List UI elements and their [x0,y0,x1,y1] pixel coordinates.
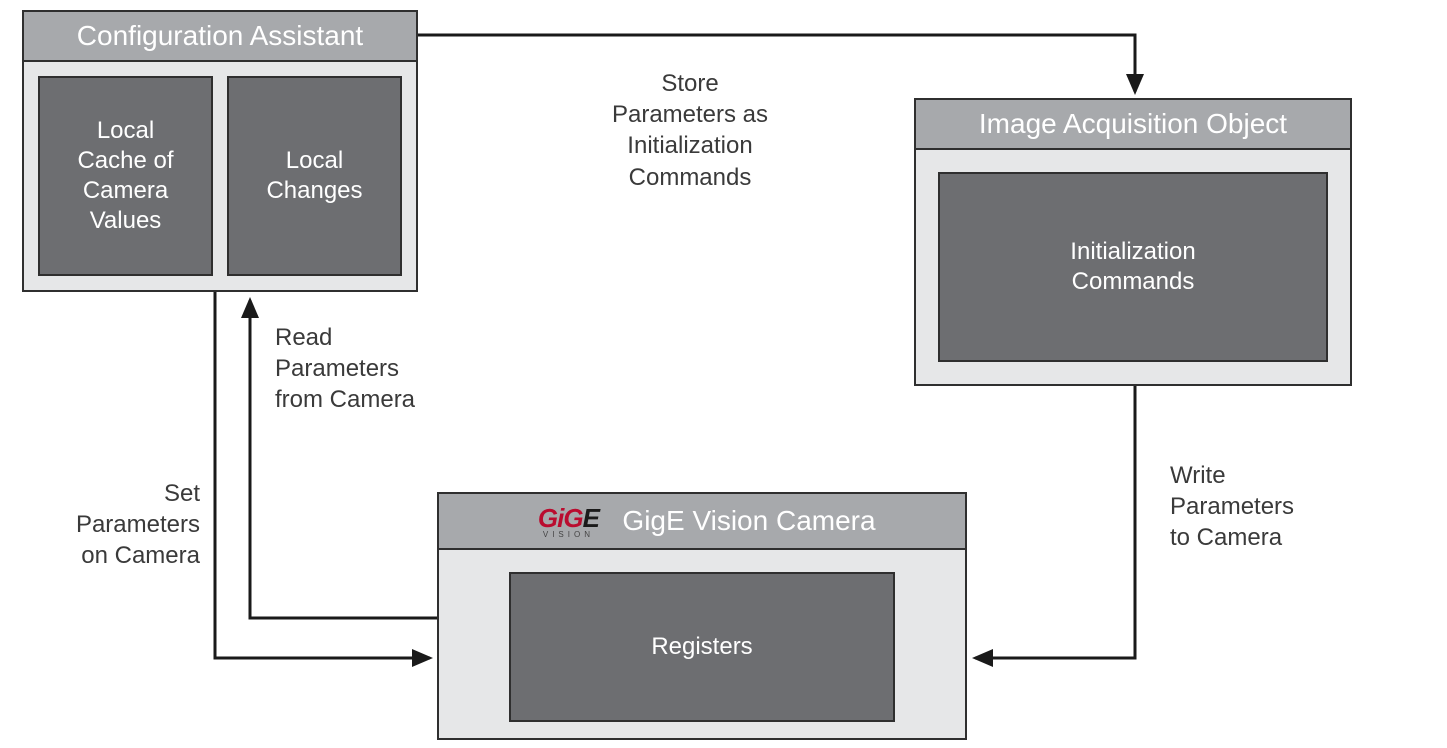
registers-box: Registers [509,572,895,722]
image-acq-body: Initialization Commands [916,150,1350,384]
config-assistant-title: Configuration Assistant [24,12,416,62]
image-acq-title: Image Acquisition Object [916,100,1350,150]
local-changes-box: Local Changes [227,76,402,276]
gige-logo: GiGE VISION [528,501,608,541]
arrow-write [975,386,1135,658]
diagram-canvas: Configuration Assistant Local Cache of C… [0,0,1447,748]
gige-logo-sub: VISION [543,530,594,539]
config-assistant-panel: Configuration Assistant Local Cache of C… [22,10,418,292]
local-cache-box: Local Cache of Camera Values [38,76,213,276]
label-store: Store Parameters as Initialization Comma… [560,68,820,193]
image-acq-panel: Image Acquisition Object Initialization … [914,98,1352,386]
camera-body: Registers [439,550,965,744]
camera-panel: GiGE VISION GigE Vision Camera Registers [437,492,967,740]
camera-title-text: GigE Vision Camera [622,505,875,537]
label-read: Read Parameters from Camera [275,322,505,416]
label-set: Set Parameters on Camera [20,478,200,572]
gige-logo-e: E [583,503,599,533]
init-commands-box: Initialization Commands [938,172,1328,362]
gige-logo-gig: GiG [538,503,583,533]
label-write: Write Parameters to Camera [1170,460,1390,554]
config-assistant-body: Local Cache of Camera Values Local Chang… [24,62,416,290]
camera-title-bar: GiGE VISION GigE Vision Camera [439,494,965,550]
